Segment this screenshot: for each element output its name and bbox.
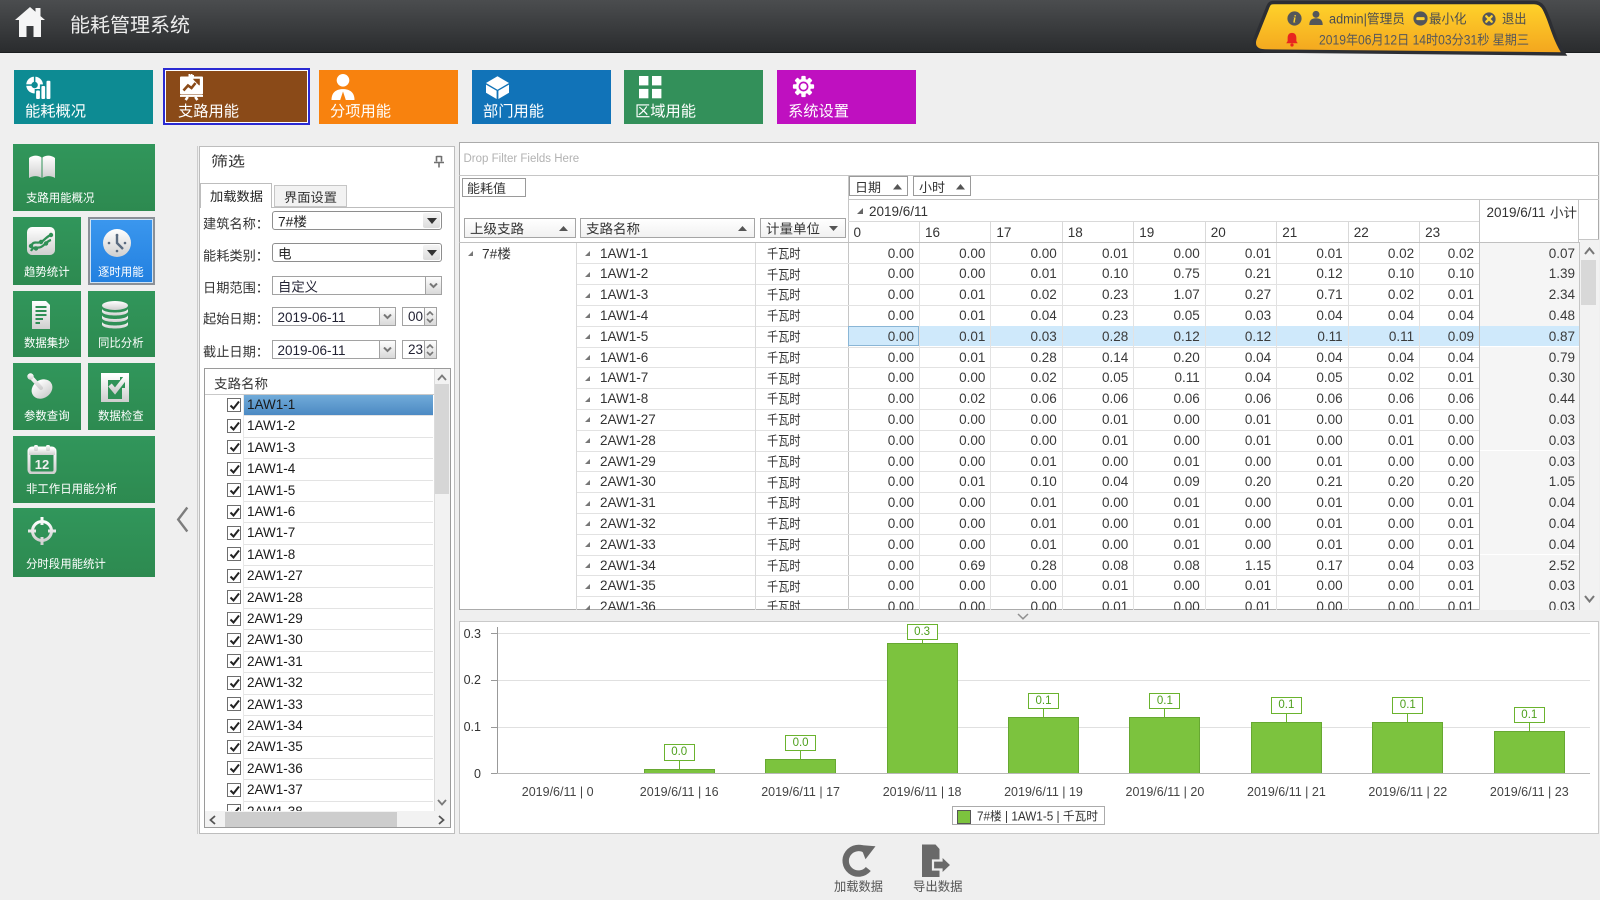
svg-text:千瓦时: 千瓦时 bbox=[767, 267, 801, 282]
svg-text:最小化: 最小化 bbox=[1429, 12, 1467, 27]
svg-text:数据集抄: 数据集抄 bbox=[24, 336, 70, 350]
svg-text:趋势统计: 趋势统计 bbox=[24, 265, 70, 279]
svg-text:支路名称: 支路名称 bbox=[586, 222, 640, 237]
svg-text:部门用能: 部门用能 bbox=[483, 102, 544, 120]
svg-text:界面设置: 界面设置 bbox=[284, 190, 337, 205]
svg-text:千瓦时: 千瓦时 bbox=[767, 475, 801, 490]
svg-text:千瓦时: 千瓦时 bbox=[767, 558, 801, 573]
svg-text:支路用能: 支路用能 bbox=[178, 102, 239, 120]
svg-text:2019年06月12日 14时03分31秒 星期三: 2019年06月12日 14时03分31秒 星期三 bbox=[1319, 33, 1529, 48]
svg-text:分时段用能统计: 分时段用能统计 bbox=[26, 557, 106, 571]
svg-text:能耗管理系统: 能耗管理系统 bbox=[70, 15, 190, 37]
svg-text:日期: 日期 bbox=[855, 180, 881, 195]
svg-text:千瓦时: 千瓦时 bbox=[767, 330, 801, 345]
svg-text:千瓦时: 千瓦时 bbox=[767, 309, 801, 324]
svg-text:12: 12 bbox=[34, 457, 48, 472]
svg-text:区域用能: 区域用能 bbox=[635, 102, 696, 120]
svg-text:系统设置: 系统设置 bbox=[788, 102, 849, 120]
svg-text:千瓦时: 千瓦时 bbox=[767, 538, 801, 553]
svg-text:7#楼 | 1AW1-5 | 千瓦时: 7#楼 | 1AW1-5 | 千瓦时 bbox=[977, 810, 1098, 824]
svg-text:千瓦时: 千瓦时 bbox=[767, 350, 801, 365]
svg-text:支路名称: 支路名称 bbox=[214, 376, 268, 391]
svg-text:数据检查: 数据检查 bbox=[98, 409, 144, 423]
svg-text:日期范围：: 日期范围： bbox=[203, 280, 269, 295]
svg-text:能耗值: 能耗值 bbox=[467, 181, 506, 196]
svg-text:7#楼: 7#楼 bbox=[278, 215, 307, 230]
svg-text:起始日期：: 起始日期： bbox=[203, 311, 269, 326]
svg-text:同比分析: 同比分析 bbox=[98, 336, 144, 350]
svg-text:千瓦时: 千瓦时 bbox=[767, 517, 801, 532]
svg-text:逐时用能: 逐时用能 bbox=[98, 265, 144, 279]
svg-text:上级支路: 上级支路 bbox=[470, 222, 524, 237]
svg-text:支路用能概况: 支路用能概况 bbox=[26, 191, 94, 205]
svg-text:电: 电 bbox=[278, 247, 292, 262]
svg-text:admin|管理员: admin|管理员 bbox=[1329, 12, 1405, 27]
svg-text:自定义: 自定义 bbox=[278, 280, 318, 295]
svg-text:千瓦时: 千瓦时 bbox=[767, 288, 801, 303]
svg-text:千瓦时: 千瓦时 bbox=[767, 246, 801, 261]
svg-text:加载数据: 加载数据 bbox=[834, 879, 883, 894]
svg-text:非工作日用能分析: 非工作日用能分析 bbox=[26, 482, 117, 496]
svg-text:能耗类别：: 能耗类别： bbox=[203, 248, 269, 263]
svg-text:小计: 小计 bbox=[1550, 205, 1577, 220]
svg-text:筛选: 筛选 bbox=[211, 154, 245, 171]
svg-text:建筑名称：: 建筑名称： bbox=[203, 216, 269, 231]
svg-text:小时: 小时 bbox=[919, 180, 945, 195]
svg-text:千瓦时: 千瓦时 bbox=[767, 579, 801, 594]
svg-text:千瓦时: 千瓦时 bbox=[767, 600, 801, 610]
svg-text:千瓦时: 千瓦时 bbox=[767, 454, 801, 469]
svg-text:千瓦时: 千瓦时 bbox=[767, 413, 801, 428]
svg-text:分项用能: 分项用能 bbox=[330, 102, 391, 120]
svg-text:截止日期：: 截止日期： bbox=[203, 344, 269, 359]
svg-text:能耗概况: 能耗概况 bbox=[25, 102, 86, 120]
svg-text:i: i bbox=[1293, 13, 1296, 25]
svg-text:千瓦时: 千瓦时 bbox=[767, 392, 801, 407]
svg-text:退出: 退出 bbox=[1502, 12, 1527, 27]
svg-text:计量单位: 计量单位 bbox=[766, 222, 820, 237]
svg-text:千瓦时: 千瓦时 bbox=[767, 434, 801, 449]
svg-text:参数查询: 参数查询 bbox=[24, 409, 70, 423]
svg-text:导出数据: 导出数据 bbox=[913, 879, 963, 894]
svg-text:千瓦时: 千瓦时 bbox=[767, 496, 801, 511]
svg-text:千瓦时: 千瓦时 bbox=[767, 371, 801, 386]
svg-text:7#楼: 7#楼 bbox=[482, 246, 511, 261]
svg-text:加载数据: 加载数据 bbox=[210, 189, 263, 204]
